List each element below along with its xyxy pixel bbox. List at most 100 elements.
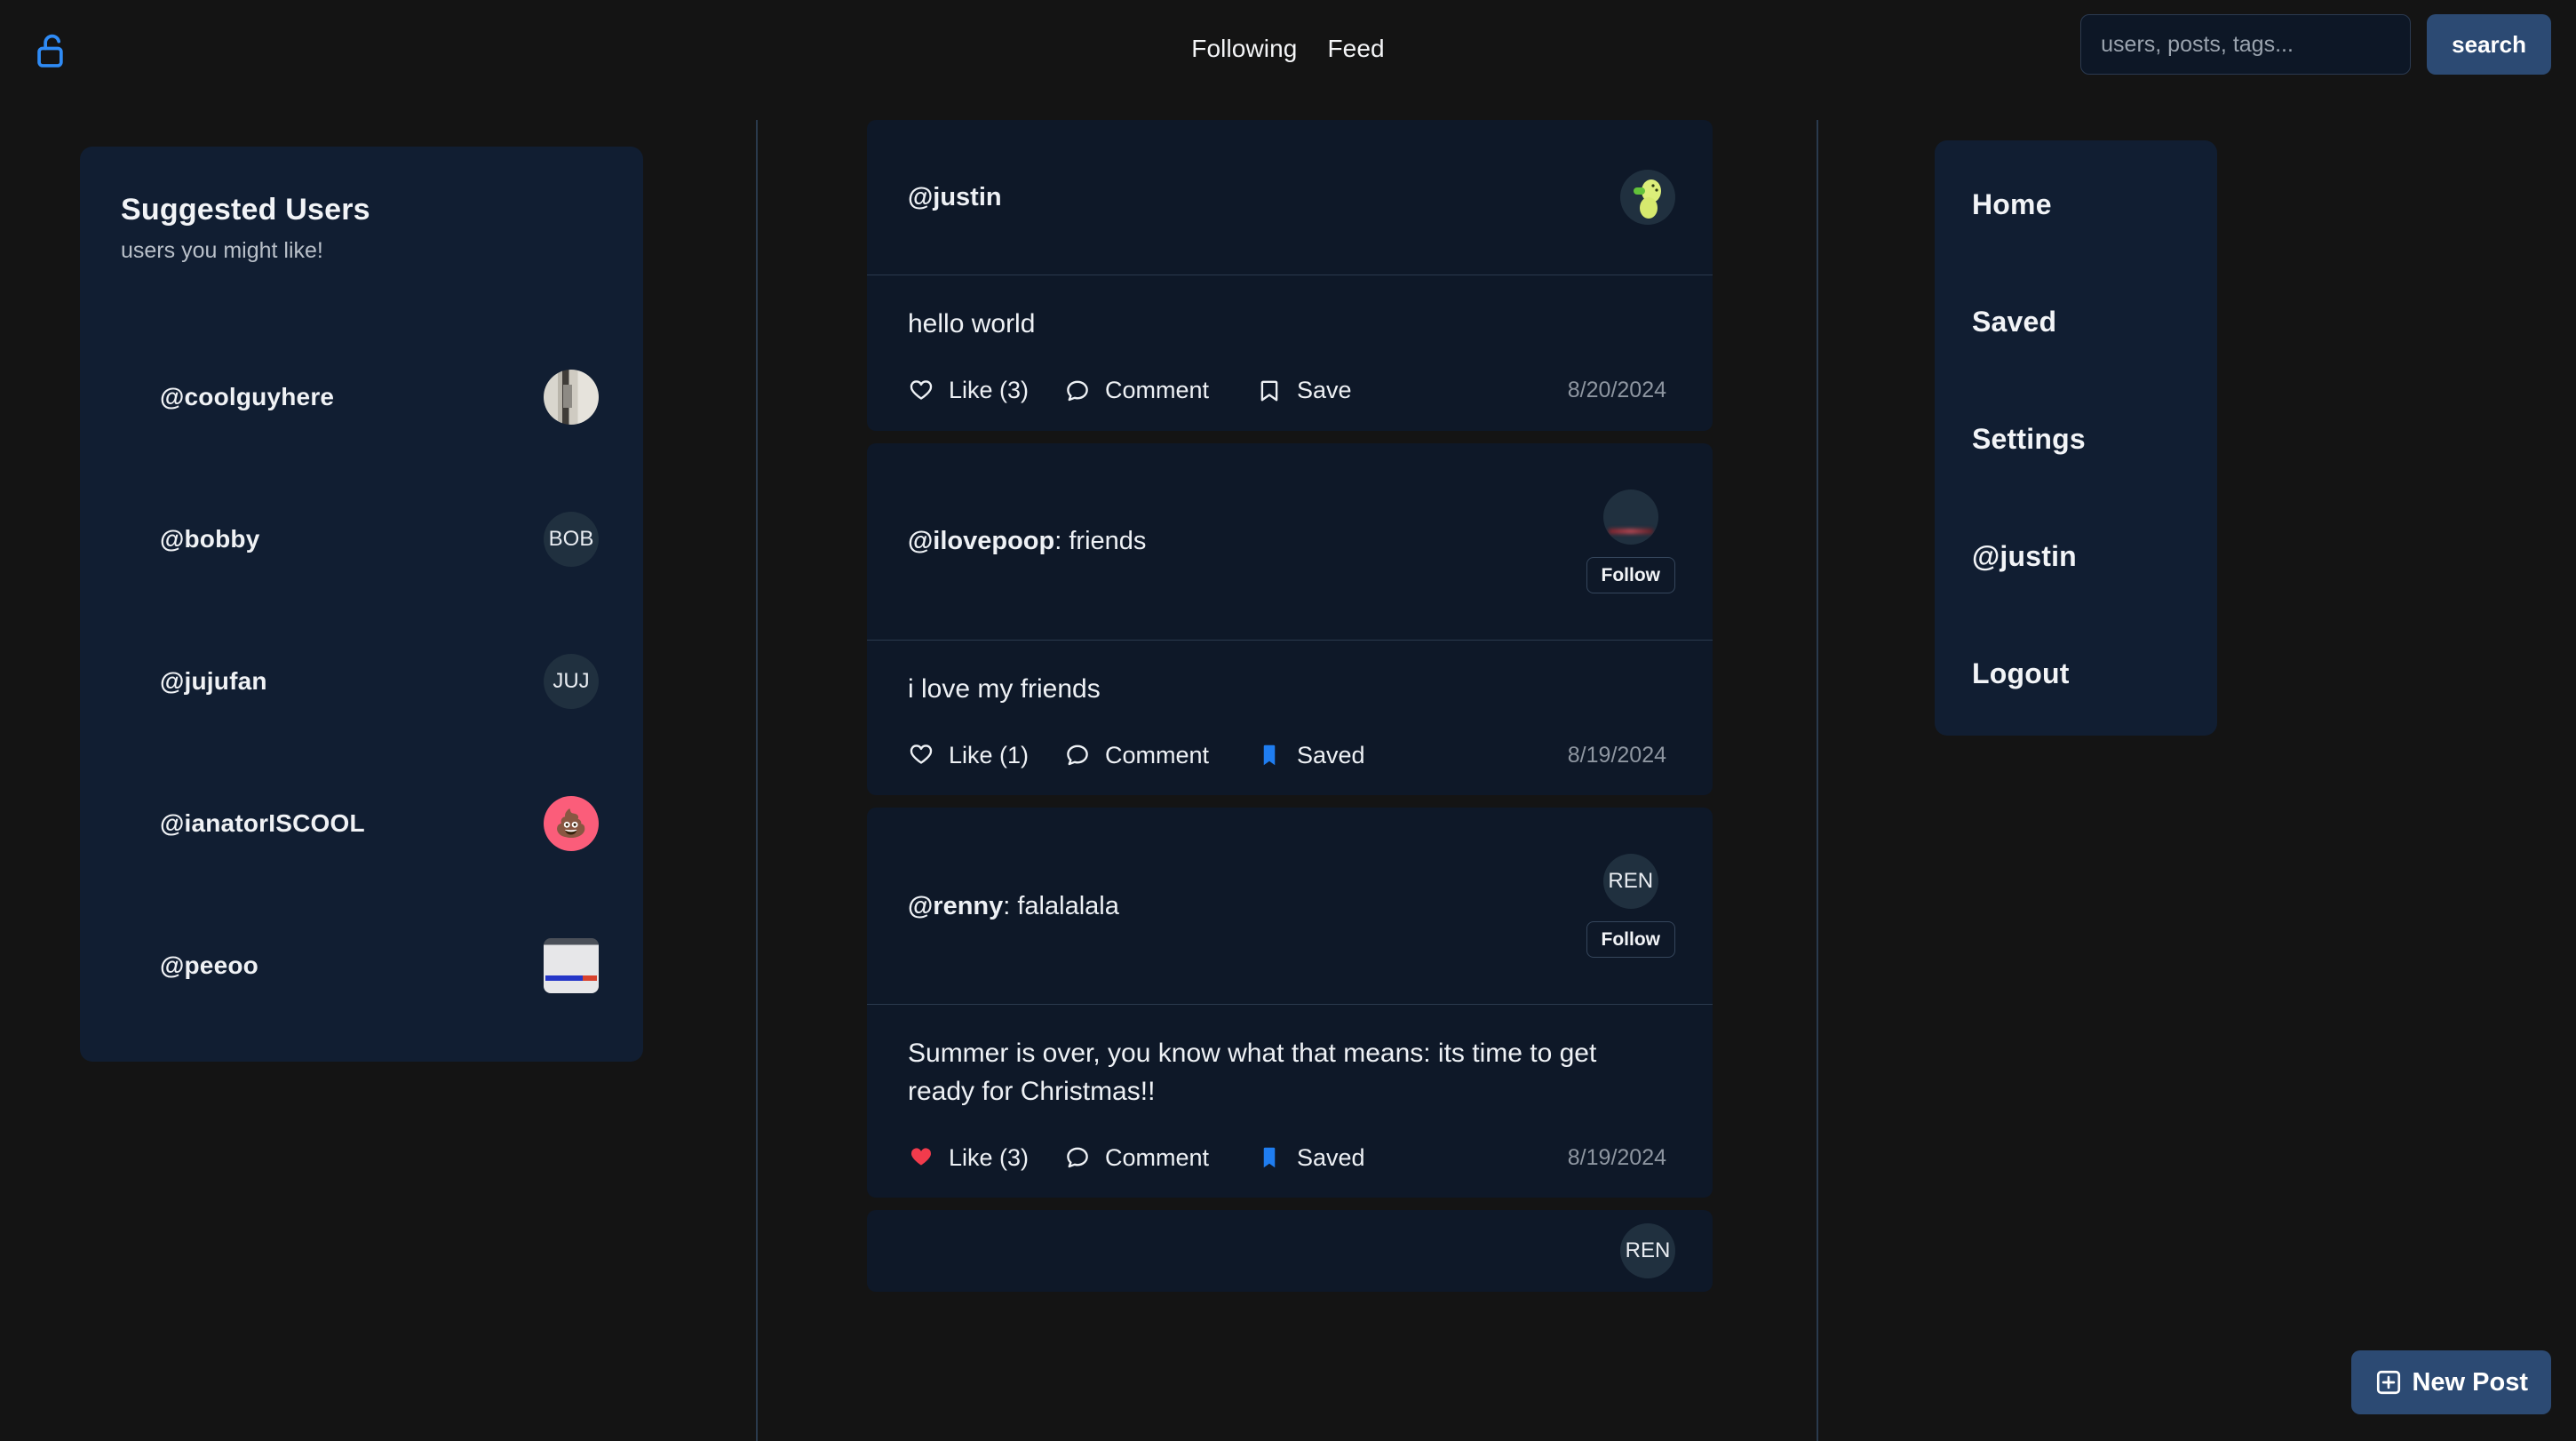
follow-button[interactable]: Follow xyxy=(1586,556,1675,593)
post-body: hello world Like (3) Comment Save 8/20/2… xyxy=(867,275,1713,431)
suggested-users-panel: Suggested Users users you might like! @c… xyxy=(80,147,643,1062)
list-item[interactable]: @ianatorISCOOL 💩 xyxy=(121,752,602,895)
avatar[interactable]: REN xyxy=(1620,1223,1675,1279)
post-header: @ilovepoop: friends Follow xyxy=(867,443,1713,641)
app-header: Following Feed search xyxy=(0,0,2576,98)
sidebar-item-logout[interactable]: Logout xyxy=(1972,657,2217,690)
left-column-divider xyxy=(756,120,758,1441)
plus-square-icon xyxy=(2374,1368,2403,1397)
comment-button[interactable]: Comment xyxy=(1064,378,1256,404)
sidebar-item-settings[interactable]: Settings xyxy=(1972,423,2217,540)
suggested-user-handle[interactable]: @jujufan xyxy=(160,667,267,696)
avatar[interactable] xyxy=(544,370,599,425)
list-item[interactable]: @bobby BOB xyxy=(121,468,602,610)
post-card: REN xyxy=(867,1210,1713,1293)
post-author-suffix: : friends xyxy=(1054,526,1147,555)
sidebar-item-profile[interactable]: @justin xyxy=(1972,540,2217,657)
sidebar-item-saved[interactable]: Saved xyxy=(1972,306,2217,423)
avatar[interactable]: BOB xyxy=(544,512,599,567)
new-post-button[interactable]: New Post xyxy=(2351,1350,2551,1414)
search-input[interactable] xyxy=(2080,14,2412,75)
post-author: @renny: falalalala xyxy=(908,890,1119,922)
suggested-user-handle[interactable]: @ianatorISCOOL xyxy=(160,809,365,838)
avatar[interactable] xyxy=(1602,489,1658,545)
comment-icon xyxy=(1064,378,1091,404)
like-button[interactable]: Like (3) xyxy=(908,1144,1064,1171)
like-label: Like (3) xyxy=(949,1143,1030,1171)
post-card: @justin hello world Like (3) Comment Sav… xyxy=(867,120,1713,431)
post-header-right xyxy=(1620,120,1675,275)
comment-label: Comment xyxy=(1105,377,1210,404)
list-item[interactable]: @peeoo xyxy=(121,895,602,1037)
post-header-right: Follow xyxy=(1586,443,1675,640)
post-body: i love my friends Like (1) Comment Saved… xyxy=(867,641,1713,796)
like-button[interactable]: Like (1) xyxy=(908,742,1064,768)
save-label: Saved xyxy=(1297,741,1365,768)
post-author: @justin xyxy=(908,181,1002,213)
post-date: 8/19/2024 xyxy=(1567,1144,1666,1170)
suggested-users-subtitle: users you might like! xyxy=(121,238,323,263)
save-label: Saved xyxy=(1297,1143,1365,1171)
post-header-right: REN xyxy=(1620,1210,1675,1292)
avatar[interactable] xyxy=(1620,170,1675,225)
list-item[interactable]: @coolguyhere xyxy=(121,326,602,468)
post-card: @ilovepoop: friends Follow i love my fri… xyxy=(867,442,1713,796)
comment-icon xyxy=(1064,1144,1091,1171)
follow-button[interactable]: Follow xyxy=(1586,921,1675,959)
search-area: search xyxy=(2080,14,2551,75)
post-author-handle[interactable]: @renny xyxy=(908,892,1003,920)
suggested-users-list: @coolguyhere @bobby BOB @jujufan JUJ @ia… xyxy=(121,326,602,1037)
post-header: @renny: falalalala REN Follow xyxy=(867,808,1713,1006)
post-text: i love my friends xyxy=(908,673,1101,704)
heart-filled-icon xyxy=(908,1144,934,1171)
suggested-user-handle[interactable]: @peeoo xyxy=(160,951,258,980)
like-label: Like (1) xyxy=(949,741,1030,768)
post-header: @justin xyxy=(867,120,1713,275)
new-post-label: New Post xyxy=(2412,1367,2528,1397)
sidebar-item-home[interactable]: Home xyxy=(1972,188,2217,306)
suggested-user-handle[interactable]: @coolguyhere xyxy=(160,383,334,411)
save-label: Save xyxy=(1297,377,1352,404)
list-item[interactable]: @jujufan JUJ xyxy=(121,610,602,752)
search-button[interactable]: search xyxy=(2427,14,2551,75)
post-actions: Like (1) Comment Saved 8/19/2024 xyxy=(908,742,1672,768)
suggested-users-title: Suggested Users xyxy=(121,193,370,227)
nav-link-following[interactable]: Following xyxy=(1191,36,1297,61)
comment-button[interactable]: Comment xyxy=(1064,742,1256,768)
post-author-handle[interactable]: @justin xyxy=(908,183,1002,211)
comment-button[interactable]: Comment xyxy=(1064,1144,1256,1171)
suggested-user-handle[interactable]: @bobby xyxy=(160,525,260,553)
save-button[interactable]: Save xyxy=(1256,378,1568,404)
post-author-handle[interactable]: @ilovepoop xyxy=(908,527,1054,555)
bookmark-filled-icon xyxy=(1256,742,1283,768)
like-label: Like (3) xyxy=(949,377,1030,404)
post-header-right: REN Follow xyxy=(1586,808,1675,1004)
bookmark-icon xyxy=(1256,378,1283,404)
post-text: Summer is over, you know what that means… xyxy=(908,1039,1597,1106)
post-actions: Like (3) Comment xyxy=(908,1144,1672,1171)
heart-icon xyxy=(908,742,934,768)
post-actions: Like (3) Comment xyxy=(908,378,1672,404)
avatar[interactable]: JUJ xyxy=(544,654,599,709)
like-button[interactable]: Like (3) xyxy=(908,378,1064,404)
heart-icon xyxy=(908,378,934,404)
post-author-suffix: : falalalala xyxy=(1003,891,1119,920)
comment-label: Comment xyxy=(1105,741,1210,768)
post-date: 8/20/2024 xyxy=(1567,378,1666,403)
avatar[interactable]: 💩 xyxy=(544,796,599,851)
save-button[interactable]: Saved xyxy=(1256,1144,1568,1171)
post-body: Summer is over, you know what that means… xyxy=(867,1005,1713,1198)
avatar[interactable]: REN xyxy=(1602,854,1658,910)
post-author: @ilovepoop: friends xyxy=(908,525,1146,557)
avatar[interactable] xyxy=(544,938,599,993)
right-sidebar-menu: Home Saved Settings @justin Logout xyxy=(1935,140,2217,736)
post-card: @renny: falalalala REN Follow Summer is … xyxy=(867,808,1713,1198)
nav-link-feed[interactable]: Feed xyxy=(1327,36,1384,61)
post-date: 8/19/2024 xyxy=(1567,742,1666,768)
save-button[interactable]: Saved xyxy=(1256,742,1568,768)
post-feed: @justin hello world Like (3) Comment Sav… xyxy=(867,120,1713,1293)
right-column-divider xyxy=(1817,120,1818,1441)
post-header: REN xyxy=(867,1210,1713,1292)
post-text: hello world xyxy=(908,309,1036,338)
comment-label: Comment xyxy=(1105,1143,1210,1171)
